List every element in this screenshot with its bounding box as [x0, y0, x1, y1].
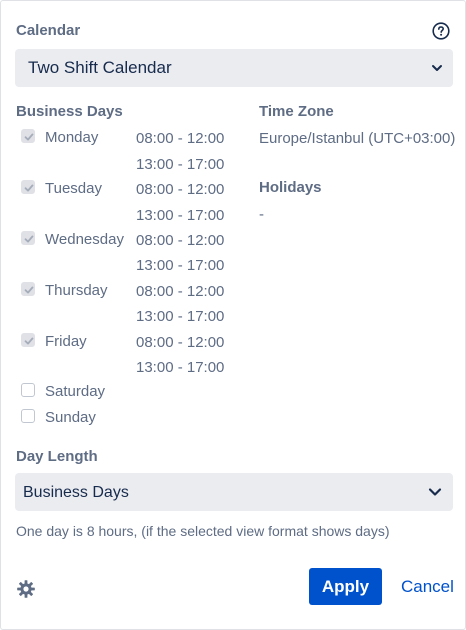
calendar-select-value: Two Shift Calendar — [28, 58, 172, 77]
day-length-note: One day is 8 hours, (if the selected vie… — [16, 523, 390, 539]
monday-shift-2: 13:00 - 17:00 — [136, 156, 225, 173]
apply-button[interactable]: Apply — [309, 568, 382, 605]
friday-shift-1: 08:00 - 12:00 — [136, 334, 225, 351]
wednesday-checkbox[interactable] — [21, 231, 35, 245]
check-icon — [24, 133, 34, 141]
monday-checkbox[interactable] — [21, 129, 35, 143]
check-icon — [24, 337, 34, 345]
wednesday-shift-1: 08:00 - 12:00 — [136, 232, 225, 249]
sunday-checkbox[interactable] — [21, 409, 35, 423]
calendar-select[interactable]: Two Shift Calendar — [15, 49, 453, 87]
day-name: Wednesday — [45, 231, 124, 248]
check-icon — [24, 184, 34, 192]
time-zone-value: Europe/Istanbul (UTC+03:00) — [259, 130, 456, 147]
check-icon — [24, 286, 34, 294]
thursday-checkbox[interactable] — [21, 282, 35, 296]
holidays-label: Holidays — [259, 179, 322, 196]
thursday-shift-2: 13:00 - 17:00 — [136, 308, 225, 325]
friday-shift-2: 13:00 - 17:00 — [136, 359, 225, 376]
calendar-settings-panel: Calendar Two Shift Calendar Business Day… — [0, 0, 466, 630]
friday-checkbox[interactable] — [21, 333, 35, 347]
day-name: Saturday — [45, 383, 106, 400]
check-icon — [24, 235, 34, 243]
wednesday-shift-2: 13:00 - 17:00 — [136, 257, 225, 274]
business-days-label: Business Days — [16, 103, 123, 120]
time-zone-label: Time Zone — [259, 103, 334, 120]
chevron-down-icon — [432, 65, 442, 71]
day-name: Monday — [45, 129, 99, 146]
tuesday-checkbox[interactable] — [21, 180, 35, 194]
cancel-button[interactable]: Cancel — [401, 577, 454, 597]
day-name: Sunday — [45, 409, 96, 426]
monday-shift-1: 08:00 - 12:00 — [136, 130, 225, 147]
day-length-label: Day Length — [16, 448, 98, 465]
day-name: Thursday — [45, 282, 108, 299]
chevron-down-icon — [428, 488, 442, 496]
thursday-shift-1: 08:00 - 12:00 — [136, 283, 225, 300]
tuesday-shift-1: 08:00 - 12:00 — [136, 181, 225, 198]
day-length-select[interactable]: Business Days — [15, 473, 453, 511]
calendar-label: Calendar — [16, 22, 81, 39]
saturday-checkbox[interactable] — [21, 383, 35, 397]
gear-icon[interactable] — [16, 579, 36, 599]
day-name: Tuesday — [45, 180, 102, 197]
tuesday-shift-2: 13:00 - 17:00 — [136, 207, 225, 224]
question-circle-icon[interactable] — [432, 22, 450, 40]
holidays-value: - — [259, 206, 264, 223]
day-name: Friday — [45, 333, 87, 350]
day-length-select-value: Business Days — [23, 484, 129, 501]
